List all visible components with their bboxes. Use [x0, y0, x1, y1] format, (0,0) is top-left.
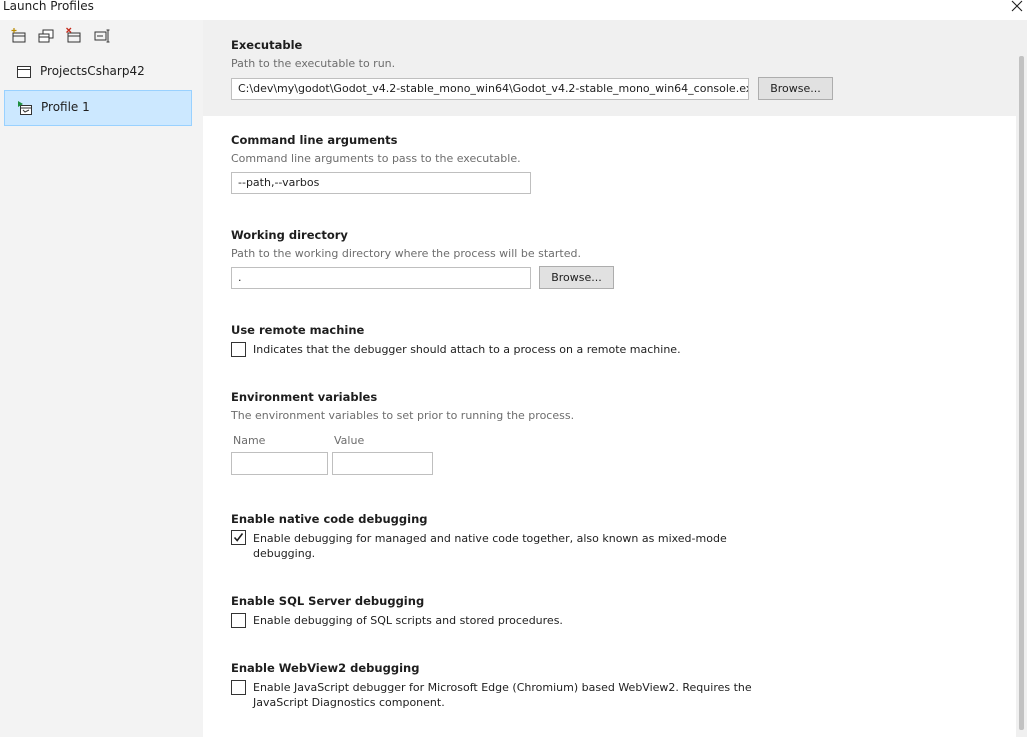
- command-line-heading: Command line arguments: [231, 133, 398, 147]
- sql-debugging-label: Enable debugging of SQL scripts and stor…: [253, 614, 563, 627]
- sql-debugging-heading: Enable SQL Server debugging: [231, 594, 425, 608]
- native-debugging-label: Enable debugging for managed and native …: [253, 531, 727, 561]
- command-line-description: Command line arguments to pass to the ex…: [231, 152, 521, 165]
- working-directory-browse-button[interactable]: Browse...: [539, 266, 614, 289]
- profile-item-profile-1[interactable]: Profile 1: [4, 90, 192, 126]
- remote-label: Indicates that the debugger should attac…: [253, 343, 681, 356]
- profile-settings-panel: Executable Path to the executable to run…: [203, 20, 1016, 737]
- profile-label: ProjectsCsharp42: [40, 64, 145, 78]
- rename-profile-icon[interactable]: [93, 27, 113, 47]
- working-directory-description: Path to the working directory where the …: [231, 247, 581, 260]
- delete-profile-icon[interactable]: [65, 27, 85, 47]
- duplicate-profile-icon[interactable]: [37, 27, 57, 47]
- vertical-scrollbar[interactable]: [1016, 20, 1027, 737]
- executable-description: Path to the executable to run.: [231, 57, 396, 70]
- native-debugging-label-line1: Enable debugging for managed and native …: [253, 532, 727, 545]
- executable-icon: [17, 100, 33, 116]
- webview-debugging-heading: Enable WebView2 debugging: [231, 661, 420, 675]
- native-debugging-heading: Enable native code debugging: [231, 512, 428, 526]
- command-line-input[interactable]: --path,--varbos: [231, 172, 531, 194]
- webview-debugging-label-line2: JavaScript Diagnostics component.: [253, 696, 445, 709]
- new-profile-icon[interactable]: [10, 27, 30, 47]
- scrollbar-thumb[interactable]: [1019, 56, 1024, 730]
- executable-browse-button[interactable]: Browse...: [758, 77, 833, 100]
- working-directory-heading: Working directory: [231, 228, 348, 242]
- environment-heading: Environment variables: [231, 390, 378, 404]
- working-directory-input[interactable]: .: [231, 267, 531, 289]
- webview-debugging-checkbox[interactable]: [231, 680, 246, 695]
- window-title: Launch Profiles: [3, 0, 94, 13]
- checkmark-icon: [233, 533, 244, 542]
- executable-heading: Executable: [231, 38, 303, 52]
- env-value-header: Value: [334, 434, 365, 447]
- environment-description: The environment variables to set prior t…: [231, 409, 575, 422]
- project-icon: [16, 64, 32, 80]
- webview-debugging-label: Enable JavaScript debugger for Microsoft…: [253, 680, 752, 710]
- profile-item-projectscsharp42[interactable]: ProjectsCsharp42: [4, 55, 192, 89]
- settings-body: Command line arguments Command line argu…: [203, 116, 1016, 737]
- executable-section: Executable Path to the executable to run…: [203, 20, 1016, 116]
- native-debugging-checkbox[interactable]: [231, 530, 246, 545]
- profiles-pane: ProjectsCsharp42 Profile 1: [0, 20, 203, 737]
- sql-debugging-checkbox[interactable]: [231, 613, 246, 628]
- env-value-input[interactable]: [332, 452, 433, 475]
- close-icon[interactable]: [1009, 0, 1025, 14]
- remote-checkbox[interactable]: [231, 342, 246, 357]
- env-name-input[interactable]: [231, 452, 328, 475]
- webview-debugging-label-line1: Enable JavaScript debugger for Microsoft…: [253, 681, 752, 694]
- profile-label: Profile 1: [41, 100, 90, 114]
- remote-heading: Use remote machine: [231, 323, 365, 337]
- env-name-header: Name: [233, 434, 266, 447]
- executable-path-input[interactable]: C:\dev\my\godot\Godot_v4.2-stable_mono_w…: [231, 78, 749, 100]
- title-bar: Launch Profiles: [0, 0, 1027, 20]
- native-debugging-label-line2: debugging.: [253, 547, 316, 560]
